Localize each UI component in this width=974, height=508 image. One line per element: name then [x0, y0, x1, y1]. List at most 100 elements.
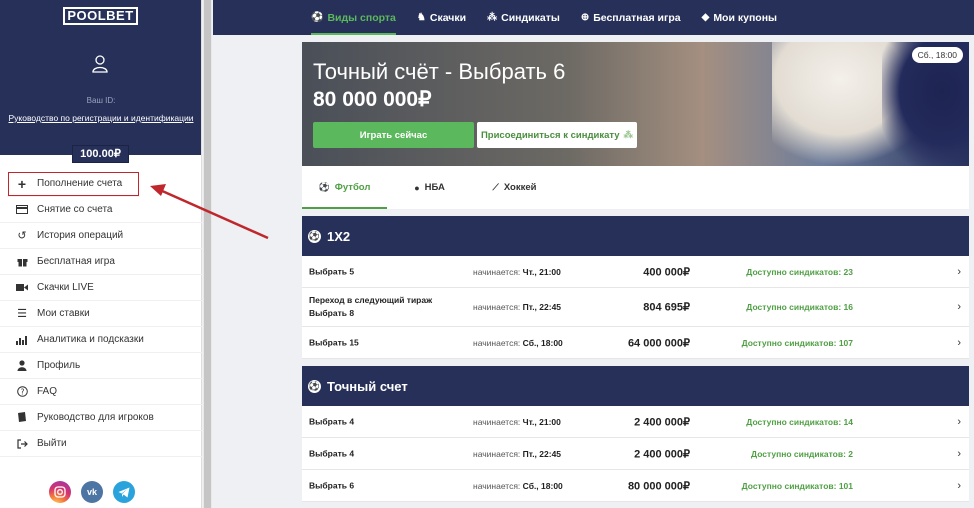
sidebar-item-label: Выйти — [37, 438, 67, 449]
chevron-right-icon[interactable]: › — [957, 448, 961, 460]
tab-my-coupons[interactable]: ◆ Мои купоны — [702, 0, 777, 35]
pool-jackpot: 400 000₽ — [643, 266, 690, 278]
start-time: Сб., 18:00 — [522, 337, 563, 348]
balance-badge: 100.00₽ — [72, 145, 129, 163]
poolbet-logo[interactable]: POOLBET — [63, 7, 138, 25]
tab-label: Виды спорта — [327, 11, 396, 24]
pool-name: Выбрать 4 — [309, 416, 355, 426]
svg-text:?: ? — [20, 387, 24, 396]
group-icon: ⁂ — [487, 12, 498, 23]
sport-tabs: ⚽ Футбол ● НБА ⟋ Хоккей — [302, 166, 969, 209]
join-syndicate-label: Присоединиться к синдикату — [480, 129, 620, 141]
play-now-button[interactable]: Играть сейчас — [313, 122, 474, 148]
sidebar-item-live[interactable]: Скачки LIVE — [0, 275, 202, 301]
tab-label: НБА — [424, 182, 445, 193]
tab-hockey[interactable]: ⟋ Хоккей — [472, 166, 557, 209]
tab-sports[interactable]: ⚽ Виды спорта — [311, 0, 396, 35]
pool-jackpot: 804 695₽ — [643, 301, 690, 314]
tab-football[interactable]: ⚽ Футбол — [302, 166, 387, 209]
section-title: Точный счет — [327, 378, 408, 394]
telegram-icon[interactable] — [113, 481, 135, 503]
soccer-icon: ⚽ — [318, 182, 330, 192]
sidebar-item-label: Руководство для игроков — [37, 412, 154, 423]
sidebar-item-guide[interactable]: Руководство для игроков — [0, 405, 202, 431]
sidebar-item-free-game[interactable]: Бесплатная игра — [0, 249, 202, 275]
pool-row[interactable]: Выбрать 15 начинается: Сб., 18:00 64 000… — [302, 327, 969, 359]
pool-list-1x2: Выбрать 5 начинается: Чт., 21:00 400 000… — [302, 256, 969, 359]
sidebar-item-profile[interactable]: Профиль — [0, 353, 202, 379]
sidebar-item-label: FAQ — [37, 386, 58, 397]
tab-horse-racing[interactable]: ♞ Скачки — [417, 0, 466, 35]
logout-icon — [15, 437, 29, 451]
sidebar-item-withdraw[interactable]: Снятие со счета — [0, 197, 202, 223]
sidebar-item-label: Мои ставки — [37, 308, 90, 319]
pool-start: начинается: Пт., 22:45 — [473, 302, 561, 312]
tab-label: Хоккей — [503, 182, 537, 193]
pool-row[interactable]: Переход в следующий тираж Выбрать 8 начи… — [302, 288, 969, 327]
sidebar-item-label: Аналитика и подсказки — [37, 334, 144, 345]
pool-start: начинается: Сб., 18:00 — [473, 338, 563, 348]
chevron-right-icon[interactable]: › — [957, 301, 961, 313]
soccer-icon: ⚽ — [311, 12, 324, 23]
gift-icon — [15, 255, 29, 269]
sidebar-item-label: Скачки LIVE — [37, 282, 94, 293]
tab-free-game[interactable]: ⊕ Бесплатная игра — [581, 0, 681, 35]
syndicates-available: Доступно синдикатов: 101 — [741, 480, 853, 491]
tab-label: Мои купоны — [713, 11, 778, 24]
pool-row[interactable]: Выбрать 6 начинается: Сб., 18:00 80 000 … — [302, 470, 969, 502]
history-icon: ↺ — [17, 230, 27, 242]
user-icon — [92, 55, 108, 73]
sidebar-item-logout[interactable]: Выйти — [0, 431, 202, 457]
syndicates-available: Доступно синдикатов: 16 — [746, 302, 853, 312]
start-label: начинается: — [473, 337, 521, 348]
sidebar-item-faq[interactable]: ? FAQ — [0, 379, 202, 405]
soccer-icon: ⚽ — [308, 229, 321, 243]
sidebar-item-label: Профиль — [37, 360, 81, 371]
start-label: начинается: — [473, 480, 521, 491]
pool-row[interactable]: Выбрать 4 начинается: Пт., 22:45 2 400 0… — [302, 438, 969, 470]
chevron-right-icon[interactable]: › — [957, 266, 961, 278]
soccer-icon: ⚽ — [308, 379, 321, 393]
question-icon: ? — [15, 385, 29, 399]
scrollbar-thumb[interactable] — [204, 0, 211, 508]
start-label: начинается: — [473, 416, 521, 427]
registration-guide-link[interactable]: Руководство по регистрации и идентификац… — [0, 113, 202, 123]
tab-label: Скачки — [429, 11, 467, 24]
start-time: Сб., 18:00 — [522, 480, 563, 491]
section-header-correct-score: ⚽ Точный счет — [302, 366, 969, 406]
pool-start: начинается: Пт., 22:45 — [473, 449, 561, 459]
section-title: 1X2 — [327, 228, 351, 244]
chevron-right-icon[interactable]: › — [957, 416, 961, 428]
pool-row[interactable]: Выбрать 4 начинается: Чт., 21:00 2 400 0… — [302, 406, 969, 438]
tab-label: Футбол — [334, 182, 371, 193]
chevron-right-icon[interactable]: › — [957, 337, 961, 349]
horse-icon: ♞ — [416, 12, 426, 23]
pool-jackpot: 64 000 000₽ — [627, 337, 690, 349]
promo-banner: Точный счёт - Выбрать 6 80 000 000₽ Игра… — [302, 42, 969, 166]
sidebar-item-label: История операций — [37, 230, 124, 241]
start-label: начинается: — [473, 266, 521, 277]
chart-icon — [15, 333, 29, 347]
video-icon — [15, 281, 29, 295]
pool-name: Выбрать 15 — [309, 337, 359, 347]
sidebar-item-analytics[interactable]: Аналитика и подсказки — [0, 327, 202, 353]
pool-row[interactable]: Выбрать 5 начинается: Чт., 21:00 400 000… — [302, 256, 969, 288]
user-id-label: Ваш ID: — [86, 96, 116, 105]
chevron-right-icon[interactable]: › — [957, 480, 961, 492]
instagram-icon[interactable] — [49, 481, 71, 503]
tab-nba[interactable]: ● НБА — [387, 166, 472, 209]
syndicates-available: Доступно синдикатов: 14 — [746, 416, 853, 427]
sidebar-scrollbar[interactable] — [203, 0, 212, 508]
user-icon — [15, 359, 29, 373]
sidebar-item-deposit[interactable]: + Пополнение счета — [7, 171, 140, 197]
sidebar-item-bets[interactable]: ☰ Мои ставки — [0, 301, 202, 327]
join-syndicate-button[interactable]: Присоединиться к синдикату ⁂ — [477, 122, 637, 148]
pool-list-correct-score: Выбрать 4 начинается: Чт., 21:00 2 400 0… — [302, 406, 969, 502]
hockey-icon: ⟋ — [492, 182, 499, 192]
sidebar-item-history[interactable]: ↺ История операций — [0, 223, 202, 249]
tab-syndicates[interactable]: ⁂ Синдикаты — [487, 0, 560, 35]
vk-icon[interactable]: vk — [81, 481, 103, 503]
pool-name: Выбрать 5 — [309, 266, 355, 276]
pool-start: начинается: Чт., 21:00 — [473, 417, 561, 427]
start-label: начинается: — [473, 302, 521, 312]
